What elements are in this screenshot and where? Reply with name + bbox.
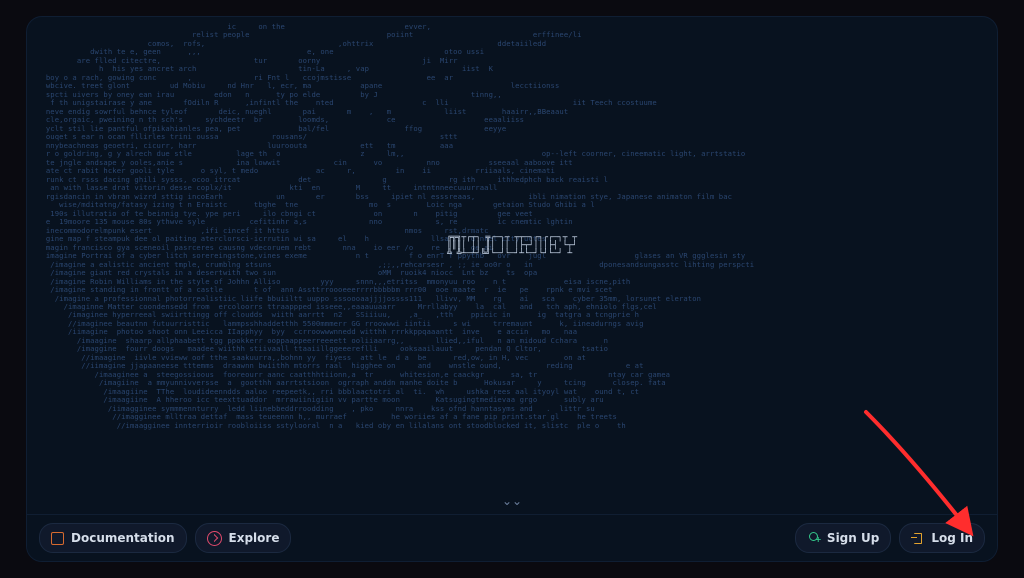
- documentation-label: Documentation: [71, 531, 175, 545]
- midjourney-logo: ╔╦╗┬┌┬┐ ╦┌─┐┬ ┬┬─┐┌┐┌┌─┐┬ ┬ ║║║│ ││ ║│ │…: [447, 233, 577, 258]
- document-icon: [51, 532, 64, 545]
- login-icon: [911, 532, 924, 545]
- hero-area: ic on the evver, relist people poiint er…: [27, 17, 997, 514]
- bottom-navbar: Documentation Explore Sign Up Log In: [27, 514, 997, 561]
- documentation-button[interactable]: Documentation: [39, 523, 187, 553]
- nav-left-group: Documentation Explore: [39, 523, 291, 553]
- scroll-down-icon[interactable]: ⌄⌄: [502, 494, 522, 508]
- background-ascii-art: ic on the evver, relist people poiint er…: [27, 17, 997, 514]
- user-plus-icon: [807, 532, 820, 545]
- explore-button[interactable]: Explore: [195, 523, 292, 553]
- signup-label: Sign Up: [827, 531, 879, 545]
- login-label: Log In: [931, 531, 973, 545]
- explore-label: Explore: [229, 531, 280, 545]
- login-button[interactable]: Log In: [899, 523, 985, 553]
- compass-icon: [207, 531, 222, 546]
- nav-right-group: Sign Up Log In: [795, 523, 985, 553]
- signup-button[interactable]: Sign Up: [795, 523, 891, 553]
- app-window: ic on the evver, relist people poiint er…: [26, 16, 998, 562]
